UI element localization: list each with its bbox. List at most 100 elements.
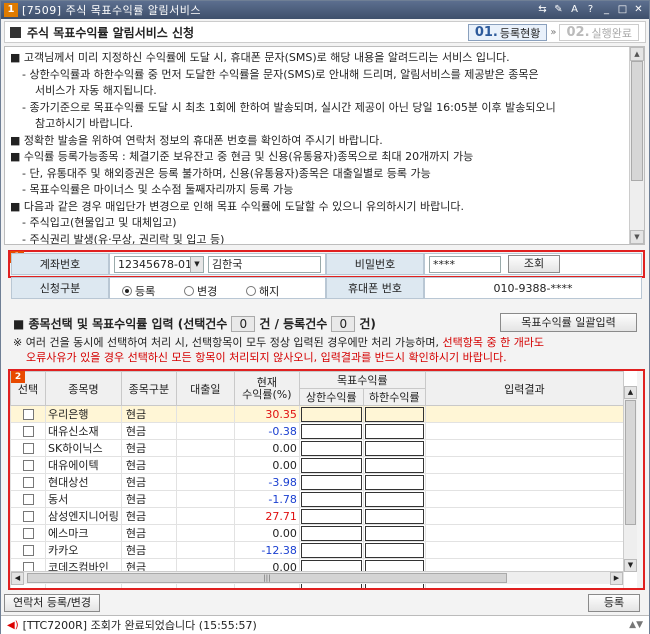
table-row[interactable]: 대유신소재 현금 -0.38 xyxy=(10,422,624,440)
row-checkbox[interactable] xyxy=(22,494,34,505)
window-control-icon[interactable]: ✎ xyxy=(552,3,565,16)
contact-register-button[interactable]: 연락처 등록/변경 xyxy=(4,594,100,612)
table-row[interactable]: SK하이닉스 현금 0.00 xyxy=(10,439,624,457)
row-select-cell[interactable] xyxy=(10,541,46,559)
stock-name: 현대상선 xyxy=(45,473,122,491)
col-type[interactable]: 종목구분 xyxy=(120,371,177,406)
lower-rate-input[interactable] xyxy=(362,405,426,423)
account-select[interactable]: 12345678-01 ▼ xyxy=(114,256,204,273)
grid-scroll-thumb[interactable] xyxy=(625,400,636,525)
upper-rate-input[interactable] xyxy=(298,490,364,508)
bulk-input-button[interactable]: 목표수익률 일괄입력 xyxy=(500,313,637,332)
window-control-icon[interactable]: _ xyxy=(600,3,613,16)
lower-rate-input[interactable] xyxy=(362,507,426,525)
col-current-rate[interactable]: 현재 수익률(%) xyxy=(233,371,300,406)
window-control-icon[interactable]: A xyxy=(568,3,581,16)
stock-name: 대유신소재 xyxy=(45,422,122,440)
notice-scrollbar[interactable]: ▲ ▼ xyxy=(629,47,644,244)
col-result[interactable]: 입력결과 xyxy=(424,371,624,406)
request-type-label: 신청구분 xyxy=(11,277,109,299)
scroll-left-icon[interactable]: ◀ xyxy=(11,572,24,585)
row-select-cell[interactable] xyxy=(10,490,46,508)
lower-rate-input[interactable] xyxy=(362,473,426,491)
row-select-cell[interactable] xyxy=(10,473,46,491)
status-scroll-icon[interactable]: ▲▼ xyxy=(629,620,643,630)
loan-date xyxy=(175,541,235,559)
window-control-icon[interactable]: □ xyxy=(616,3,629,16)
row-checkbox[interactable] xyxy=(22,545,34,556)
current-rate: -12.38 xyxy=(233,541,300,559)
radio-cancel-dot[interactable] xyxy=(246,286,256,296)
row-select-cell[interactable] xyxy=(10,456,46,474)
row-select-cell[interactable] xyxy=(10,524,46,542)
row-checkbox[interactable] xyxy=(22,426,34,437)
scroll-up-icon[interactable]: ▲ xyxy=(630,47,644,61)
lower-rate-input[interactable] xyxy=(362,541,426,559)
col-upper[interactable]: 상한수익률 xyxy=(298,388,364,406)
header-square-icon xyxy=(10,26,21,38)
row-select-cell[interactable] xyxy=(10,405,46,423)
loan-date xyxy=(175,422,235,440)
upper-rate-input[interactable] xyxy=(298,541,364,559)
scroll-right-icon[interactable]: ▶ xyxy=(610,572,623,585)
table-row[interactable]: 삼성엔지니어링 현금 27.71 xyxy=(10,507,624,525)
grid-hscroll-thumb[interactable]: ||| xyxy=(27,573,507,583)
window-control-icon[interactable]: ? xyxy=(584,3,597,16)
grid-vscrollbar[interactable]: ▲ ▼ xyxy=(623,386,637,572)
scroll-thumb[interactable] xyxy=(631,61,643,181)
grid-scroll-up-icon[interactable]: ▲ xyxy=(624,386,637,399)
upper-rate-input[interactable] xyxy=(298,439,364,457)
upper-rate-input[interactable] xyxy=(298,456,364,474)
table-row[interactable]: 카카오 현금 -12.38 xyxy=(10,541,624,559)
lower-rate-input[interactable] xyxy=(362,422,426,440)
table-row[interactable]: 에스마크 현금 0.00 xyxy=(10,524,624,542)
row-checkbox[interactable] xyxy=(22,511,34,522)
query-button[interactable]: 조회 xyxy=(508,255,560,273)
lower-rate-input[interactable] xyxy=(362,456,426,474)
registered-count: 0 xyxy=(331,315,356,332)
password-input[interactable]: **** xyxy=(429,256,501,273)
register-button[interactable]: 등록 xyxy=(588,594,640,612)
chevron-down-icon[interactable]: ▼ xyxy=(190,257,203,272)
upper-rate-input[interactable] xyxy=(298,405,364,423)
title-bar[interactable]: 1 [7509] 주식 목표수익률 알림서비스 ⇆ ✎ A? _ □ ✕ xyxy=(1,1,649,19)
radio-change[interactable]: 변경 xyxy=(184,283,217,299)
grid-hscrollbar[interactable]: ◀ ||| ▶ xyxy=(11,571,623,585)
col-name[interactable]: 종목명 xyxy=(45,371,122,406)
radio-register-dot[interactable] xyxy=(122,286,132,296)
row-checkbox[interactable] xyxy=(22,528,34,539)
col-lower[interactable]: 하한수익률 xyxy=(362,388,426,406)
row-checkbox[interactable] xyxy=(22,477,34,488)
row-select-cell[interactable] xyxy=(10,422,46,440)
input-result xyxy=(424,422,624,440)
row-select-cell[interactable] xyxy=(10,507,46,525)
table-row[interactable]: 대유에이텍 현금 0.00 xyxy=(10,456,624,474)
lower-rate-input[interactable] xyxy=(362,524,426,542)
grid-scroll-down-icon[interactable]: ▼ xyxy=(624,559,637,572)
col-loan-date[interactable]: 대출일 xyxy=(175,371,235,406)
radio-register[interactable]: 등록 xyxy=(122,283,155,299)
window-control-icon[interactable]: ⇆ xyxy=(536,3,549,16)
upper-rate-input[interactable] xyxy=(298,524,364,542)
radio-cancel[interactable]: 해지 xyxy=(246,283,279,299)
upper-rate-input[interactable] xyxy=(298,422,364,440)
notice-line: ■ 다음과 같은 경우 매입단가 변경으로 인해 목표 수익률에 도달할 수 있… xyxy=(10,199,465,213)
lower-rate-input[interactable] xyxy=(362,439,426,457)
row-checkbox[interactable] xyxy=(22,460,34,471)
row-select-cell[interactable] xyxy=(10,439,46,457)
row-checkbox[interactable] xyxy=(22,409,34,420)
table-row[interactable]: 현대상선 현금 -3.98 xyxy=(10,473,624,491)
table-row[interactable]: 우리은행 현금 30.35 xyxy=(10,405,624,423)
notice-panel: ■ 고객님께서 미리 지정하신 수익률에 도달 시, 휴대폰 문자(SMS)로 … xyxy=(4,46,645,245)
screen-number-badge: 1 xyxy=(4,3,18,17)
notice-line: - 주식입고(현물입고 및 대체입고) xyxy=(22,216,177,229)
window-control-icon[interactable]: ✕ xyxy=(632,3,645,16)
radio-change-dot[interactable] xyxy=(184,286,194,296)
row-checkbox[interactable] xyxy=(22,443,34,454)
current-rate: 0.00 xyxy=(233,456,300,474)
upper-rate-input[interactable] xyxy=(298,473,364,491)
upper-rate-input[interactable] xyxy=(298,507,364,525)
scroll-down-icon[interactable]: ▼ xyxy=(630,230,644,244)
table-row[interactable]: 동서 현금 -1.78 xyxy=(10,490,624,508)
lower-rate-input[interactable] xyxy=(362,490,426,508)
